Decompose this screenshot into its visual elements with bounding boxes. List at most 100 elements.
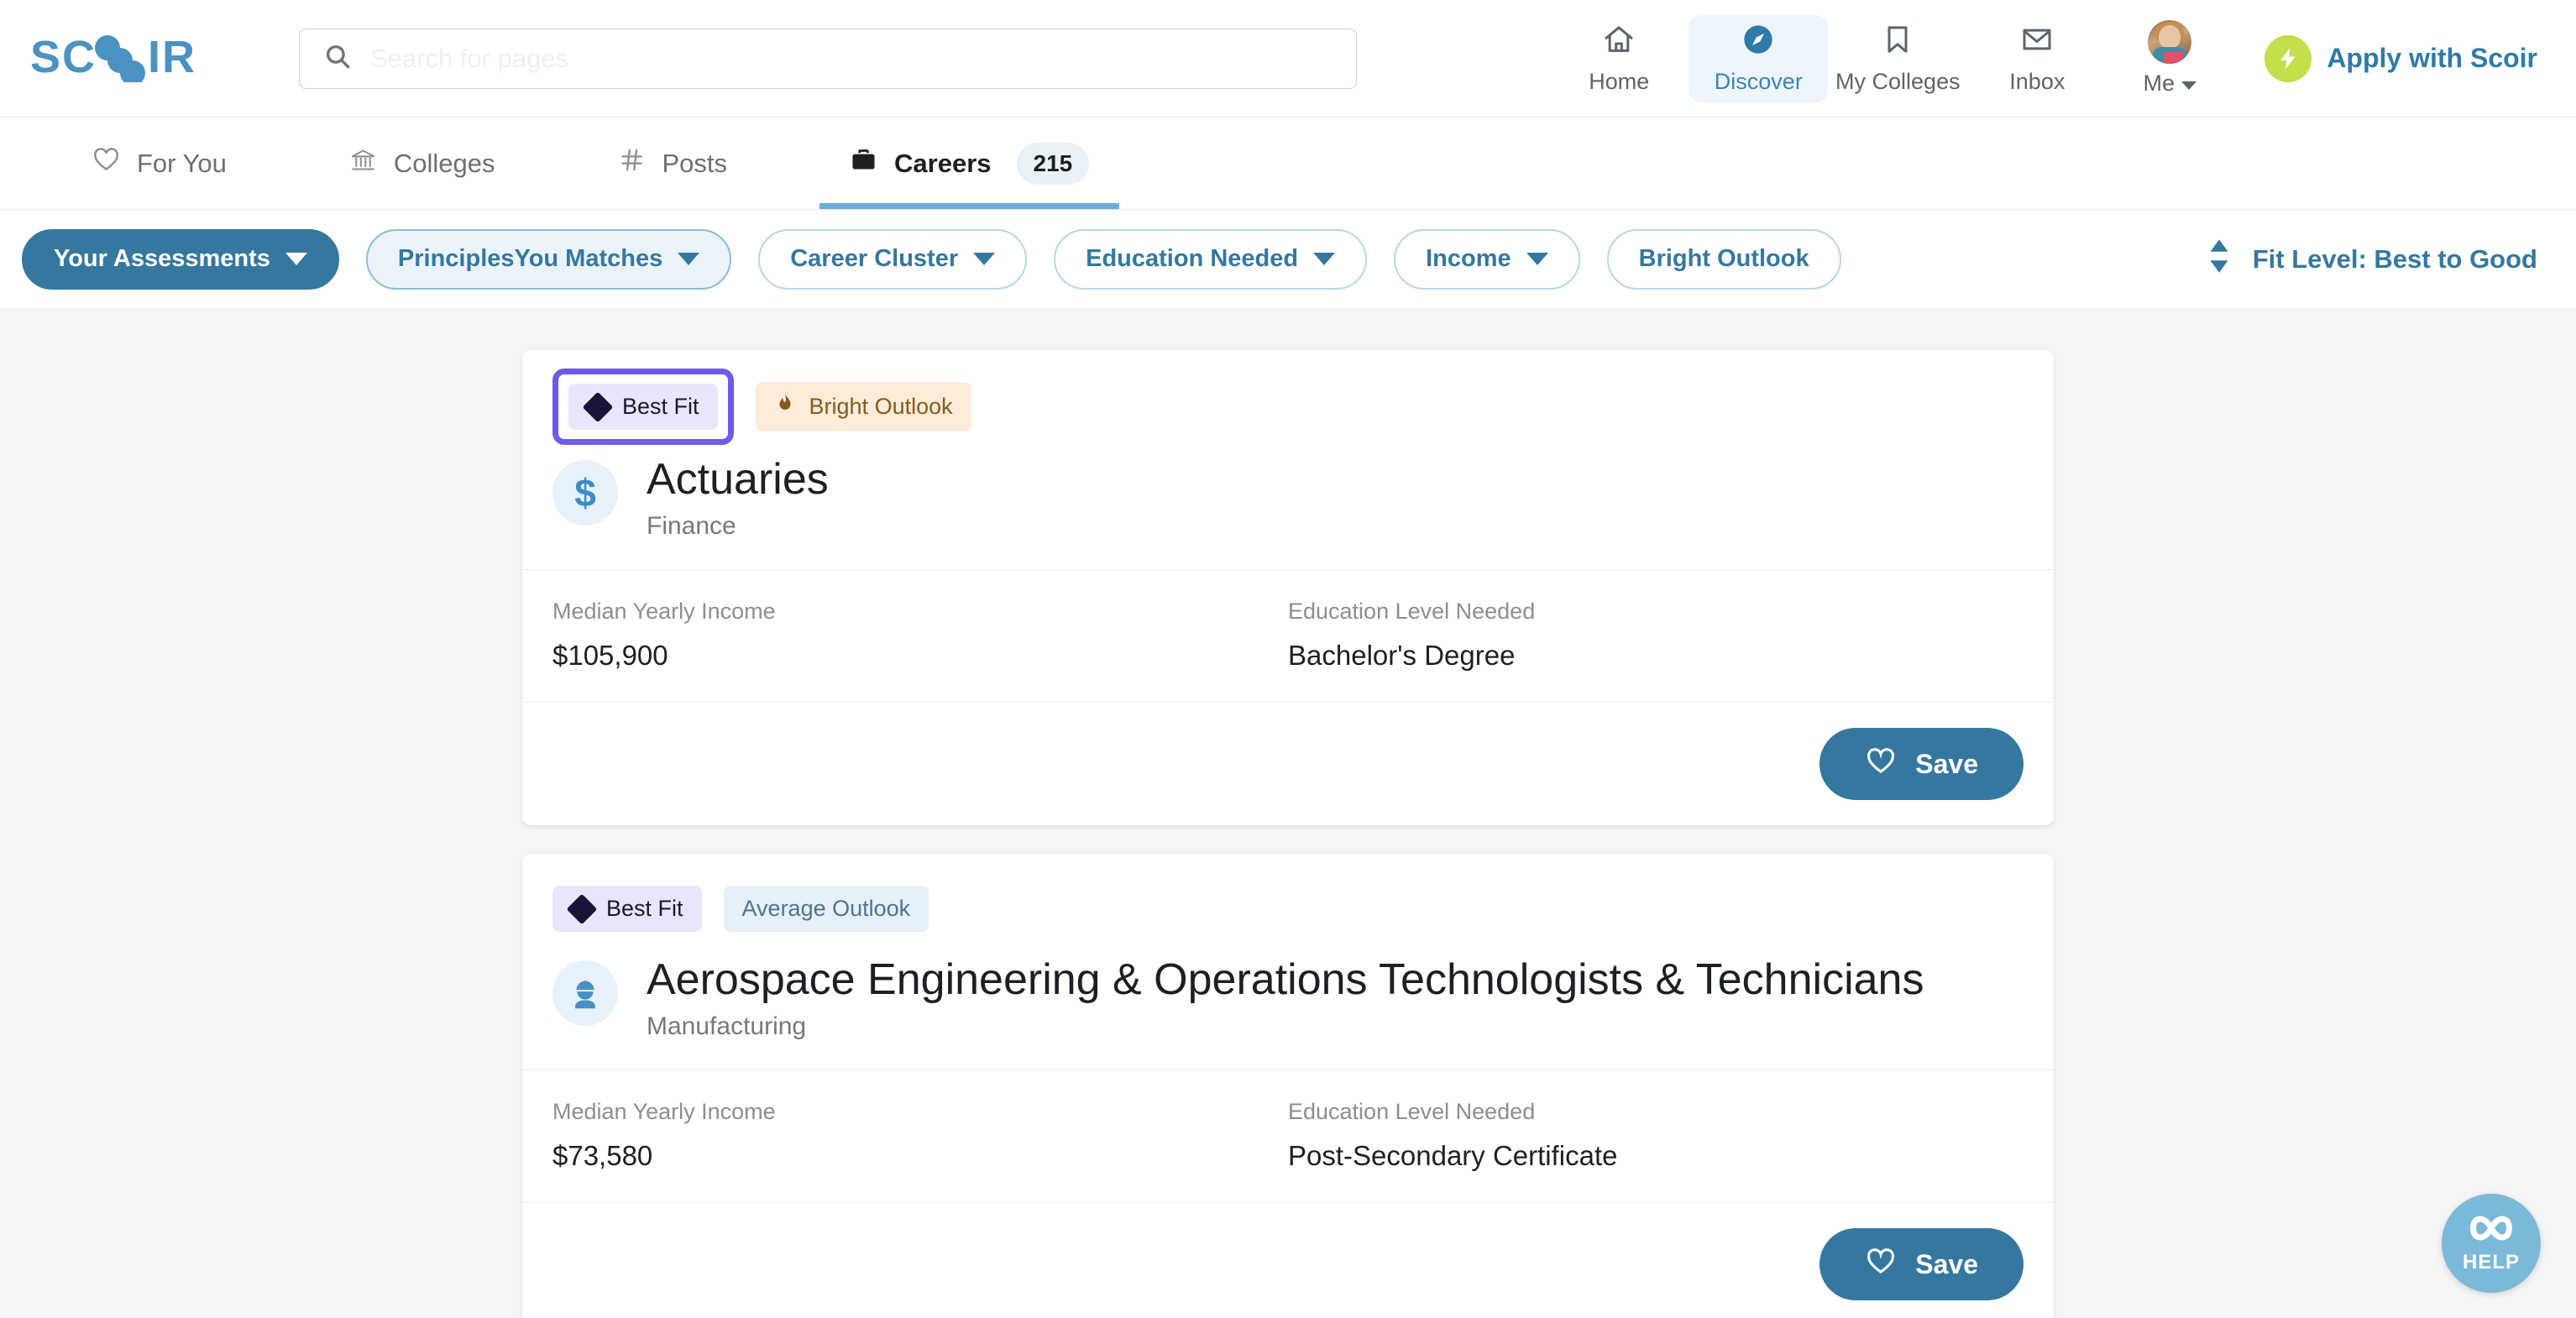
sort-updown-icon xyxy=(2207,238,2231,280)
career-title[interactable]: Aerospace Engineering & Operations Techn… xyxy=(647,955,1924,1004)
career-cluster: Manufacturing xyxy=(647,1012,807,1041)
focus-highlight: Best Fit xyxy=(552,369,734,445)
heart-icon xyxy=(1865,1247,1897,1282)
fit-badge-label: Best Fit xyxy=(606,896,683,922)
tab-label-careers: Careers xyxy=(894,148,992,178)
filter-label-principlesyou-matches: PrinciplesYou Matches xyxy=(397,245,663,272)
career-card-header: Best Fit Average Outlook Aerospace Engin… xyxy=(522,854,2054,1070)
career-card[interactable]: Best Fit Bright Outlook $ Actuaries Fina… xyxy=(522,350,2054,826)
save-button-label: Save xyxy=(1915,748,1978,779)
apply-with-scoir-button[interactable]: Apply with Scoir xyxy=(2264,34,2537,82)
home-icon xyxy=(1602,23,1636,60)
career-card-badges: Best Fit Bright Outlook xyxy=(552,369,2024,445)
median-income-label: Median Yearly Income xyxy=(552,1099,776,1125)
nav-label-my-colleges: My Colleges xyxy=(1835,68,1961,94)
tab-posts[interactable]: Posts xyxy=(588,118,758,209)
infinity-icon xyxy=(2465,1213,2517,1247)
flame-icon xyxy=(774,392,796,421)
filter-your-assessments[interactable]: Your Assessments xyxy=(22,228,339,290)
nav-item-home[interactable]: Home xyxy=(1549,15,1689,102)
fit-badge[interactable]: Best Fit xyxy=(552,886,702,933)
education-level-value: Bachelor's Degree xyxy=(1288,640,1516,672)
nav-item-my-colleges[interactable]: My Colleges xyxy=(1828,15,1967,102)
chevron-down-icon xyxy=(2181,71,2197,97)
career-results-list: Best Fit Bright Outlook $ Actuaries Fina… xyxy=(0,308,2576,1318)
scoir-logo[interactable]: SC IR xyxy=(30,35,255,82)
filter-label-income: Income xyxy=(1426,245,1511,272)
hash-icon xyxy=(618,146,646,180)
profile-label: Me xyxy=(2144,71,2197,97)
nav-label-home: Home xyxy=(1589,68,1650,94)
filter-career-cluster[interactable]: Career Cluster xyxy=(758,228,1028,290)
nav-item-discover[interactable]: Discover xyxy=(1689,14,1829,102)
worker-icon xyxy=(552,960,618,1027)
sort-control[interactable]: Fit Level: Best to Good xyxy=(2207,238,2537,280)
secondary-nav: For You Colleges Posts Careers 215 xyxy=(0,118,2576,210)
career-cluster: Finance xyxy=(647,512,736,541)
career-title-row: $ Actuaries Finance xyxy=(552,455,2024,541)
education-level-value: Post-Secondary Certificate xyxy=(1288,1140,1618,1172)
chevron-down-icon xyxy=(285,253,307,265)
diamond-icon xyxy=(566,893,598,925)
career-title-row: Aerospace Engineering & Operations Techn… xyxy=(552,955,2024,1041)
median-income-value: $105,900 xyxy=(552,640,668,672)
envelope-icon xyxy=(2020,23,2054,60)
education-level-field: Education Level Needed Bachelor's Degree xyxy=(1288,599,2024,672)
help-button[interactable]: HELP xyxy=(2442,1194,2541,1293)
outlook-badge[interactable]: Bright Outlook xyxy=(755,382,971,431)
outlook-badge-label: Bright Outlook xyxy=(809,394,953,419)
help-button-label: HELP xyxy=(2462,1250,2520,1274)
search-box[interactable] xyxy=(299,28,1357,89)
tab-for-you[interactable]: For You xyxy=(62,118,257,209)
filter-label-your-assessments: Your Assessments xyxy=(54,245,270,272)
filter-label-career-cluster: Career Cluster xyxy=(790,245,959,272)
chevron-down-icon xyxy=(1526,253,1548,265)
filter-bright-outlook[interactable]: Bright Outlook xyxy=(1606,228,1841,290)
bank-icon xyxy=(349,146,377,180)
nav-item-inbox[interactable]: Inbox xyxy=(1967,15,2107,102)
avatar xyxy=(2148,20,2192,64)
search-container xyxy=(299,28,1357,89)
careers-count-badge: 215 xyxy=(1016,142,1090,185)
career-card-details: Median Yearly Income $105,900 Education … xyxy=(522,569,2054,703)
median-income-value: $73,580 xyxy=(552,1140,653,1172)
heart-icon xyxy=(1865,746,1897,782)
compass-icon xyxy=(1741,23,1775,60)
tab-careers[interactable]: Careers 215 xyxy=(819,118,1120,209)
fit-badge-label: Best Fit xyxy=(622,394,699,419)
education-level-label: Education Level Needed xyxy=(1288,1099,1536,1125)
dollar-icon: $ xyxy=(552,460,618,526)
save-button[interactable]: Save xyxy=(1819,1228,2024,1301)
median-income-field: Median Yearly Income $73,580 xyxy=(552,1099,1288,1172)
filter-label-bright-outlook: Bright Outlook xyxy=(1638,245,1809,272)
briefcase-icon xyxy=(850,146,877,180)
top-nav: Home Discover My Colleges Inbox Me Apply… xyxy=(1549,14,2537,102)
search-input[interactable] xyxy=(370,43,1333,74)
bookmark-icon xyxy=(1881,23,1914,60)
profile-label-text: Me xyxy=(2143,71,2175,96)
profile-menu[interactable]: Me xyxy=(2107,15,2233,102)
outlook-badge[interactable]: Average Outlook xyxy=(723,886,929,933)
chevron-down-icon xyxy=(1313,253,1336,265)
median-income-field: Median Yearly Income $105,900 xyxy=(552,599,1288,672)
tab-label-colleges: Colleges xyxy=(393,148,495,178)
tab-colleges[interactable]: Colleges xyxy=(319,118,526,209)
filter-income[interactable]: Income xyxy=(1394,228,1580,290)
tab-label-posts: Posts xyxy=(662,148,728,178)
diamond-icon xyxy=(582,391,614,422)
education-level-field: Education Level Needed Post-Secondary Ce… xyxy=(1288,1099,2024,1172)
svg-text:SC: SC xyxy=(30,35,97,82)
filter-education-needed[interactable]: Education Needed xyxy=(1054,228,1368,290)
filter-principlesyou-matches[interactable]: PrinciplesYou Matches xyxy=(365,228,732,290)
save-button[interactable]: Save xyxy=(1819,728,2024,801)
apply-with-scoir-label: Apply with Scoir xyxy=(2327,43,2537,73)
top-bar: SC IR Home xyxy=(0,0,2576,118)
career-card-actions: Save xyxy=(522,703,2054,825)
career-title[interactable]: Actuaries xyxy=(647,455,829,504)
fit-badge[interactable]: Best Fit xyxy=(568,384,718,430)
career-card[interactable]: Best Fit Average Outlook Aerospace Engin… xyxy=(522,854,2054,1318)
chevron-down-icon xyxy=(678,253,700,265)
education-level-label: Education Level Needed xyxy=(1288,599,1536,625)
scoir-logo-mark: SC IR xyxy=(30,35,195,82)
search-icon xyxy=(323,42,352,75)
